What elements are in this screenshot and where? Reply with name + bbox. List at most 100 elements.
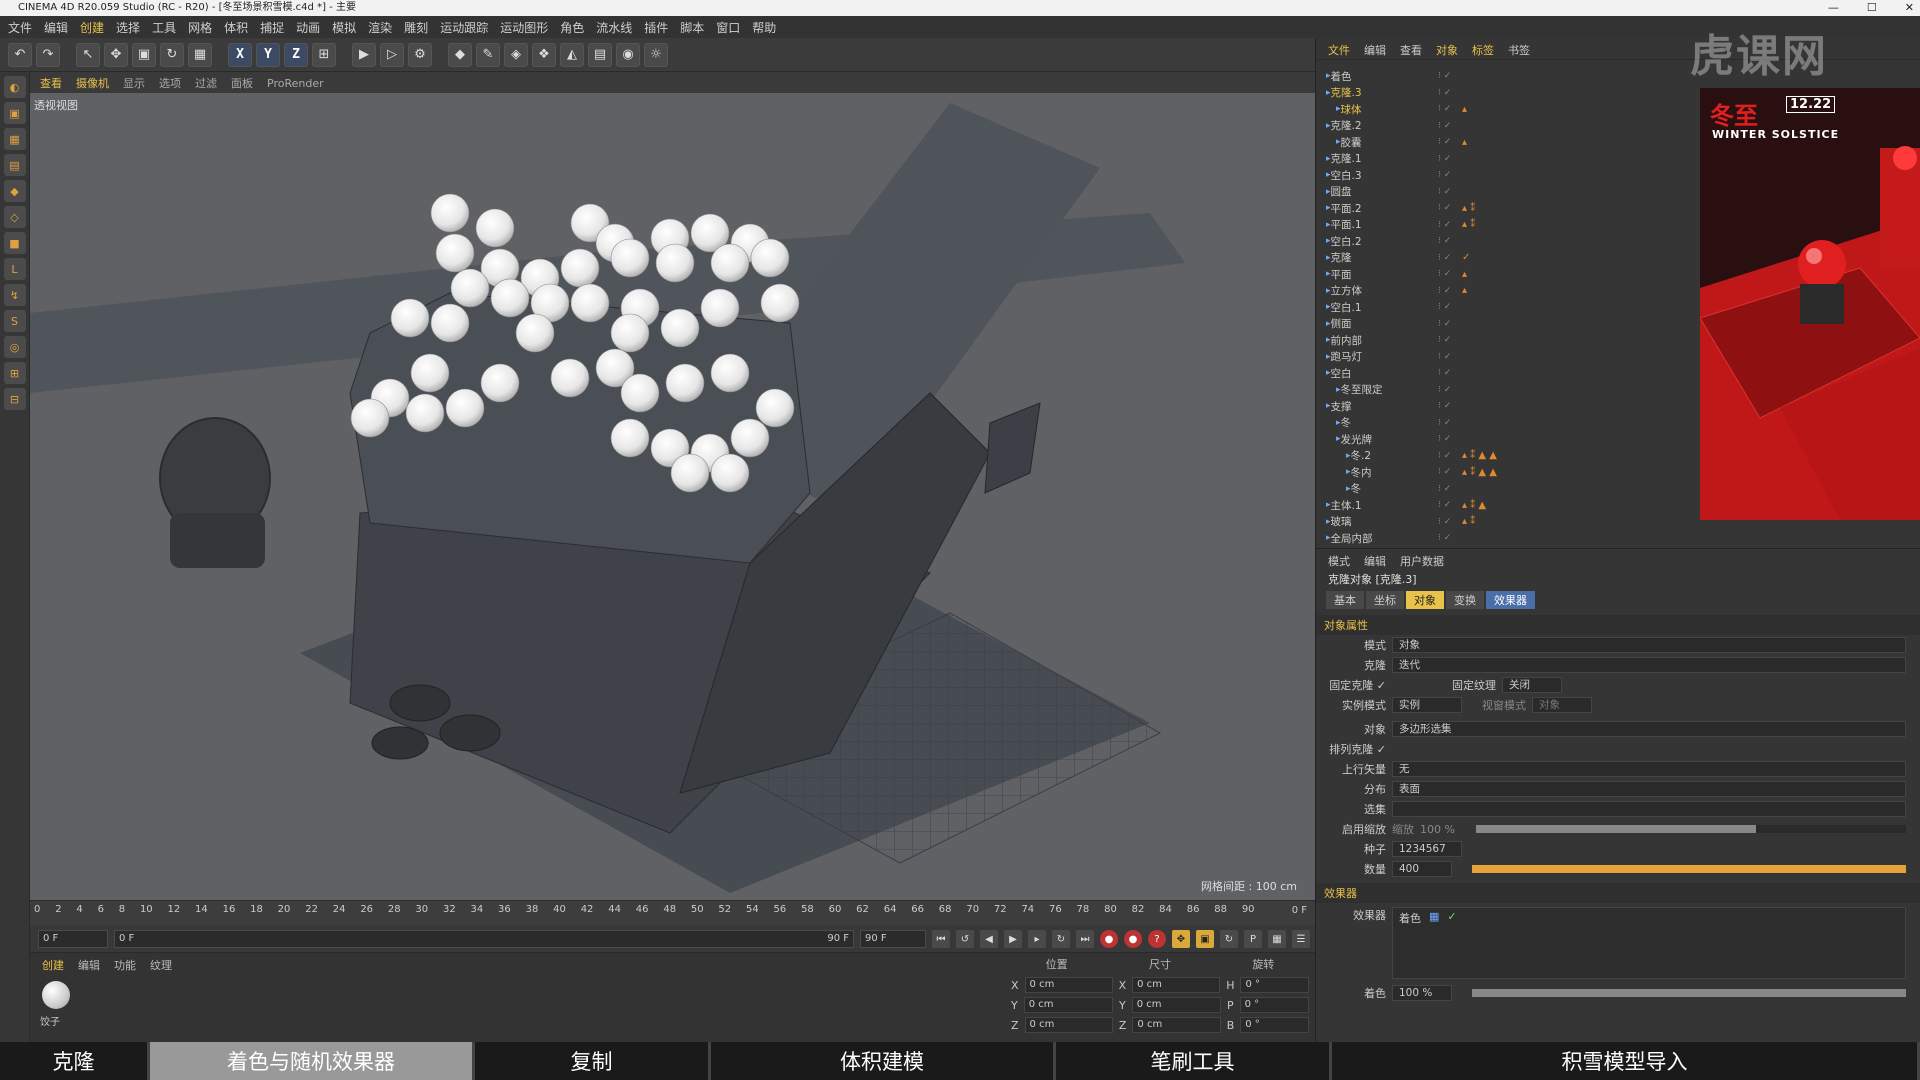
scale-value[interactable]: 100 % bbox=[1420, 823, 1470, 836]
render-view-icon[interactable]: ▶ bbox=[352, 42, 376, 67]
camera-icon[interactable]: ◉ bbox=[616, 42, 640, 67]
render-picture-viewer-icon[interactable]: ▷ bbox=[380, 42, 404, 67]
minimize-button[interactable]: — bbox=[1828, 0, 1839, 16]
object-name[interactable]: 玻璃 bbox=[1331, 514, 1352, 529]
menu-item[interactable]: 动画 bbox=[296, 19, 320, 36]
viewport-menu-item[interactable]: 显示 bbox=[123, 75, 145, 91]
cube-primitive-icon[interactable]: ◆ bbox=[448, 42, 472, 67]
lesson-tab[interactable]: 体积建模 bbox=[711, 1042, 1056, 1080]
enable-scale-checkbox[interactable]: 启用缩放 bbox=[1328, 821, 1386, 837]
effector-item[interactable]: 着色 bbox=[1399, 910, 1421, 976]
menu-item[interactable]: 帮助 bbox=[752, 19, 776, 36]
object-name[interactable]: 克隆.1 bbox=[1331, 151, 1362, 166]
menu-item[interactable]: 创建 bbox=[80, 19, 104, 36]
mode-dropdown[interactable]: 对象 bbox=[1392, 637, 1906, 653]
tweak-mode-icon[interactable]: ↯ bbox=[3, 284, 26, 306]
keyframe-selection-icon[interactable]: ? bbox=[1148, 930, 1166, 948]
object-row[interactable]: ▸ 冬.2 ⁝ ✓ ▴ ⁑ ▲ ▲ bbox=[1316, 448, 1706, 465]
environment-icon[interactable]: ▤ bbox=[588, 42, 612, 67]
visibility-dots[interactable]: ⁝ ✓ bbox=[1438, 137, 1451, 147]
clones-dropdown[interactable]: 迭代 bbox=[1392, 657, 1906, 673]
visibility-dots[interactable]: ⁝ ✓ bbox=[1438, 253, 1451, 263]
color-slider[interactable] bbox=[1472, 989, 1906, 997]
position-field[interactable]: 0 cm bbox=[1024, 977, 1113, 993]
object-menu-item[interactable]: 查看 bbox=[1400, 42, 1422, 57]
viewport-menu-item[interactable]: 查看 bbox=[40, 75, 62, 91]
go-to-start-icon[interactable]: ⏮ bbox=[932, 930, 950, 948]
object-row[interactable]: ▸ 克隆 ⁝ ✓ ✓ bbox=[1316, 250, 1706, 267]
object-row[interactable]: ▸ 冬 ⁝ ✓ bbox=[1316, 481, 1706, 498]
go-to-end-icon[interactable]: ⏭ bbox=[1076, 930, 1094, 948]
object-name[interactable]: 冬至限定 bbox=[1341, 382, 1383, 397]
lesson-tab[interactable]: 复制 bbox=[475, 1042, 711, 1080]
lesson-tab[interactable]: 笔刷工具 bbox=[1056, 1042, 1332, 1080]
object-name[interactable]: 冬 bbox=[1351, 481, 1362, 496]
object-menu-item[interactable]: 标签 bbox=[1472, 42, 1494, 57]
menu-item[interactable]: 文件 bbox=[8, 19, 32, 36]
visibility-dots[interactable]: ⁝ ✓ bbox=[1438, 269, 1451, 279]
menu-item[interactable]: 捕捉 bbox=[260, 19, 284, 36]
distribution-dropdown[interactable]: 表面 bbox=[1392, 781, 1906, 797]
seed-field[interactable]: 1234567 bbox=[1392, 841, 1462, 857]
range-slider[interactable]: 0 F 90 F bbox=[114, 930, 854, 948]
object-row[interactable]: ▸ 冬至限定 ⁝ ✓ bbox=[1316, 382, 1706, 399]
menu-item[interactable]: 渲染 bbox=[368, 19, 392, 36]
object-row[interactable]: ▸ 支撑 ⁝ ✓ bbox=[1316, 398, 1706, 415]
lesson-tab[interactable]: 着色与随机效果器 bbox=[150, 1042, 475, 1080]
visibility-dots[interactable]: ⁝ ✓ bbox=[1438, 434, 1451, 444]
object-row[interactable]: ▸ 胶囊 ⁝ ✓ ▴ bbox=[1316, 134, 1706, 151]
lock-workplane-icon[interactable]: ⊞ bbox=[3, 362, 26, 384]
visibility-dots[interactable]: ⁝ ✓ bbox=[1438, 302, 1451, 312]
visibility-dots[interactable]: ⁝ ✓ bbox=[1438, 484, 1451, 494]
planar-workplane-icon[interactable]: ⊟ bbox=[3, 388, 26, 410]
visibility-dots[interactable]: ⁝ ✓ bbox=[1438, 88, 1451, 98]
size-field[interactable]: 0 cm bbox=[1132, 977, 1221, 993]
previous-frame-icon[interactable]: ◀ bbox=[980, 930, 998, 948]
visibility-dots[interactable]: ⁝ ✓ bbox=[1438, 236, 1451, 246]
object-name[interactable]: 发光牌 bbox=[1341, 432, 1373, 447]
size-field[interactable]: 0 cm bbox=[1132, 1017, 1221, 1033]
points-mode-icon[interactable]: ◆ bbox=[3, 180, 26, 202]
visibility-dots[interactable]: ⁝ ✓ bbox=[1438, 451, 1451, 461]
object-row[interactable]: ▸ 克隆.2 ⁝ ✓ bbox=[1316, 118, 1706, 135]
object-row[interactable]: ▸ 空白.3 ⁝ ✓ bbox=[1316, 167, 1706, 184]
visibility-dots[interactable]: ⁝ ✓ bbox=[1438, 418, 1451, 428]
undo-icon[interactable]: ↶ bbox=[8, 42, 32, 67]
object-menu-item[interactable]: 编辑 bbox=[1364, 42, 1386, 57]
viewport-menu-item[interactable]: 面板 bbox=[231, 75, 253, 91]
object-tags[interactable]: ▴ ⁑ ▲ bbox=[1462, 500, 1486, 511]
object-row[interactable]: ▸ 发光牌 ⁝ ✓ bbox=[1316, 431, 1706, 448]
viewport-menu-item[interactable]: ProRender bbox=[267, 77, 324, 90]
lesson-tab[interactable]: 克隆 bbox=[0, 1042, 150, 1080]
attribute-menu-item[interactable]: 模式 bbox=[1328, 553, 1350, 568]
menu-item[interactable]: 插件 bbox=[644, 19, 668, 36]
color-field[interactable]: 100 % bbox=[1392, 985, 1452, 1001]
menu-item[interactable]: 体积 bbox=[224, 19, 248, 36]
timeline[interactable]: 0 2 4 6 8 10 12 14 16 18 20 22 24 26 28 30 32 34 36 38 40 42 4… bbox=[30, 900, 1315, 926]
object-row[interactable]: ▸ 克隆.1 ⁝ ✓ bbox=[1316, 151, 1706, 168]
menu-item[interactable]: 运动图形 bbox=[500, 19, 548, 36]
menu-item[interactable]: 窗口 bbox=[716, 19, 740, 36]
visibility-dots[interactable]: ⁝ ✓ bbox=[1438, 517, 1451, 527]
visibility-dots[interactable]: ⁝ ✓ bbox=[1438, 335, 1451, 345]
count-field[interactable]: 400 bbox=[1392, 861, 1452, 877]
menu-item[interactable]: 编辑 bbox=[44, 19, 68, 36]
object-tags[interactable]: ▴ bbox=[1462, 269, 1467, 280]
object-row[interactable]: ▸ 着色 ⁝ ✓ bbox=[1316, 68, 1706, 85]
object-name[interactable]: 圆盘 bbox=[1331, 184, 1352, 199]
object-name[interactable]: 前内部 bbox=[1331, 333, 1363, 348]
object-row[interactable]: ▸ 平面.2 ⁝ ✓ ▴ ⁑ bbox=[1316, 200, 1706, 217]
next-frame-icon[interactable]: ▸ bbox=[1028, 930, 1046, 948]
material-menu-item[interactable]: 编辑 bbox=[78, 957, 100, 973]
visibility-dots[interactable]: ⁝ ✓ bbox=[1438, 319, 1451, 329]
rotation-field[interactable]: 0 ° bbox=[1240, 977, 1309, 993]
previous-key-icon[interactable]: ↺ bbox=[956, 930, 974, 948]
key-pla-icon[interactable]: ▦ bbox=[1268, 930, 1286, 948]
menu-item[interactable]: 工具 bbox=[152, 19, 176, 36]
object-row[interactable]: ▸ 冬内 ⁝ ✓ ▴ ⁑ ▲ ▲ bbox=[1316, 464, 1706, 481]
viewport-menu-item[interactable]: 摄像机 bbox=[76, 75, 109, 91]
object-name[interactable]: 主体.1 bbox=[1331, 498, 1362, 513]
object-name[interactable]: 空白 bbox=[1331, 366, 1352, 381]
object-row[interactable]: ▸ 立方体 ⁝ ✓ ▴ bbox=[1316, 283, 1706, 300]
select-tool-icon[interactable]: ↖ bbox=[76, 42, 100, 67]
